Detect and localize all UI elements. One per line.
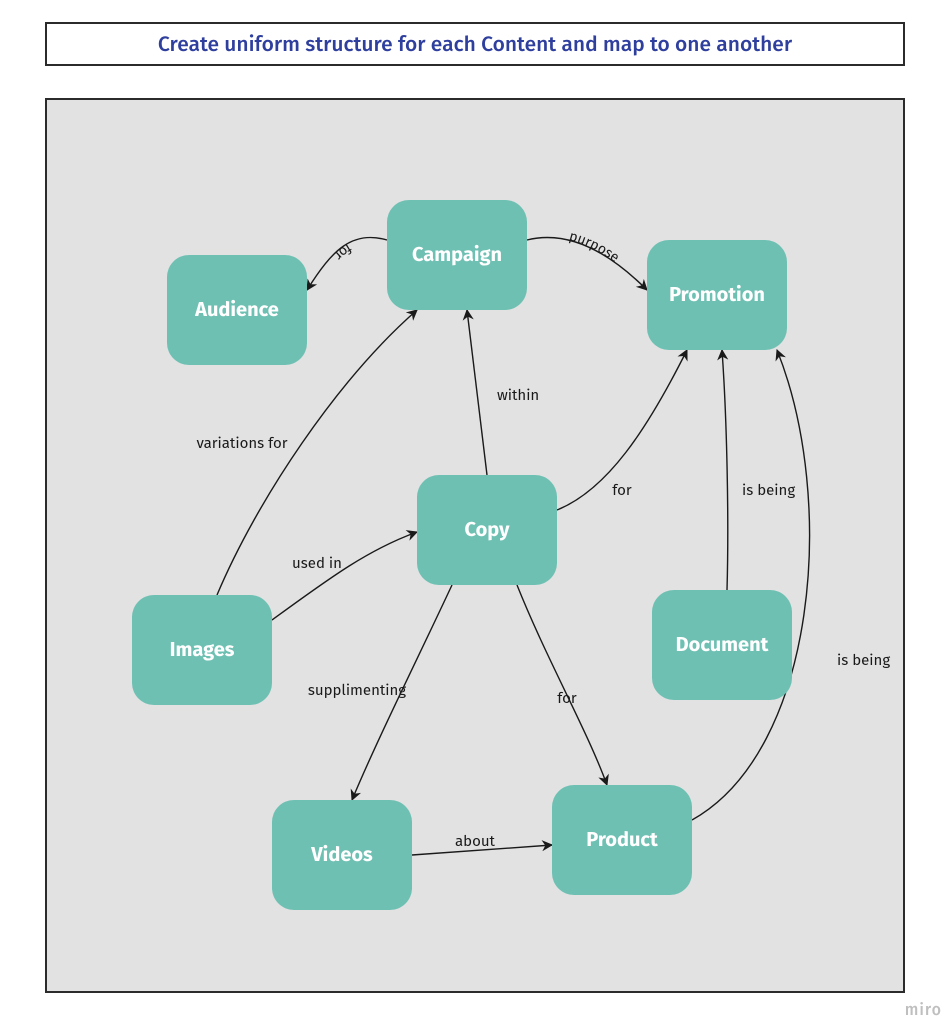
node-document[interactable]: Document [652,590,792,700]
svg-text:for: for [330,240,354,264]
node-videos[interactable]: Videos [272,800,412,910]
node-label: Audience [195,298,279,322]
svg-text:variations for: variations for [196,434,287,452]
node-label: Document [676,633,769,657]
svg-text:for: for [557,689,577,707]
node-label: Promotion [669,283,765,307]
node-label: Campaign [412,243,502,267]
edge-document-promotion: is being [722,350,795,590]
edge-copy-product: for [517,585,607,785]
edge-copy-promotion: for [557,350,687,510]
svg-text:purpose: purpose [567,227,622,266]
node-product[interactable]: Product [552,785,692,895]
node-images[interactable]: Images [132,595,272,705]
node-label: Images [170,638,235,662]
svg-text:within: within [497,386,539,404]
title-box: Create uniform structure for each Conten… [45,22,905,66]
svg-text:supplimenting: supplimenting [308,681,406,699]
svg-text:for: for [612,481,632,499]
edge-images-copy: used in [272,532,417,620]
watermark: miro [905,1001,942,1020]
edge-copy-videos: supplimenting [308,585,452,800]
svg-text:is being: is being [742,481,795,499]
svg-text:about: about [455,832,496,850]
edge-copy-campaign: within [467,310,539,475]
node-label: Copy [465,518,510,542]
node-label: Videos [311,843,372,867]
node-copy[interactable]: Copy [417,475,557,585]
node-campaign[interactable]: Campaign [387,200,527,310]
node-label: Product [586,828,657,852]
diagram-canvas: for purpose within for [45,98,905,993]
edge-campaign-promotion: purpose [527,227,647,290]
node-audience[interactable]: Audience [167,255,307,365]
page-title: Create uniform structure for each Conten… [158,31,792,57]
svg-text:is being: is being [837,651,890,669]
edge-campaign-audience: for [307,237,387,290]
node-promotion[interactable]: Promotion [647,240,787,350]
svg-text:used in: used in [292,554,342,572]
edge-videos-product: about [412,832,552,855]
edge-product-promotion: is being [692,350,890,820]
